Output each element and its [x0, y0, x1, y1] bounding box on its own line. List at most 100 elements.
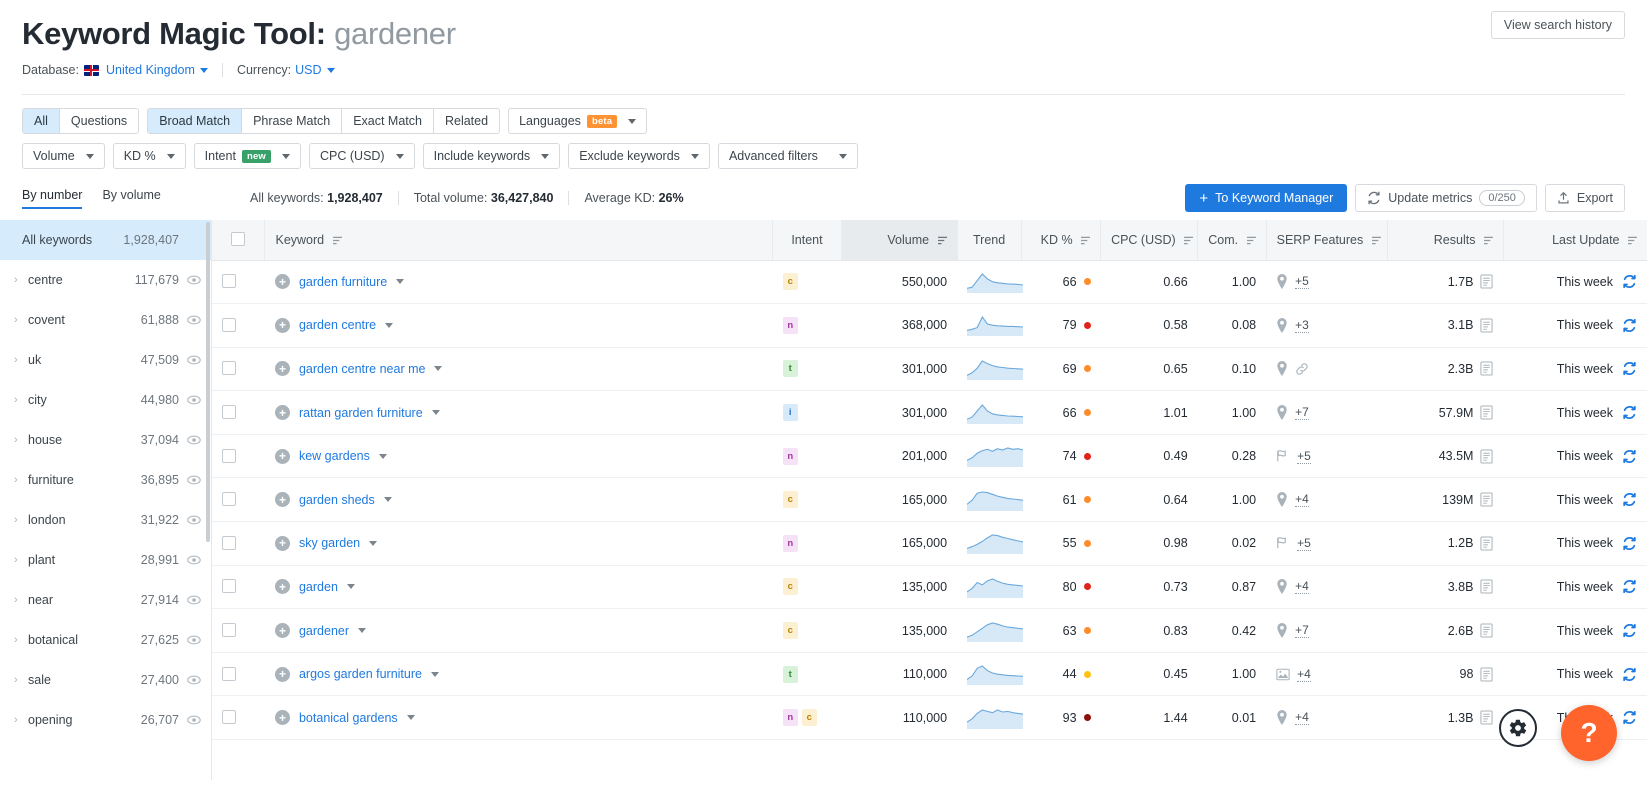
- view-search-history-button[interactable]: View search history: [1490, 11, 1625, 39]
- row-checkbox[interactable]: [222, 710, 236, 725]
- refresh-metrics-icon[interactable]: [1622, 274, 1637, 289]
- serp-more-count[interactable]: +4: [1295, 492, 1309, 508]
- export-button[interactable]: Export: [1544, 184, 1625, 212]
- row-checkbox[interactable]: [222, 361, 236, 376]
- chevron-down-icon[interactable]: [431, 410, 440, 416]
- eye-icon[interactable]: [187, 675, 201, 685]
- filter-cpc[interactable]: CPC (USD): [309, 143, 415, 169]
- sidebar-item-furniture[interactable]: › furniture 36,895: [0, 460, 211, 500]
- add-keyword-icon[interactable]: +: [274, 361, 290, 377]
- filter-tab-questions[interactable]: Questions: [59, 109, 139, 133]
- sidebar-item-centre[interactable]: › centre 117,679: [0, 260, 211, 300]
- chevron-down-icon[interactable]: [358, 628, 367, 634]
- sidebar-scrollbar[interactable]: [206, 222, 210, 542]
- refresh-metrics-icon[interactable]: [1622, 623, 1637, 638]
- keyword-link[interactable]: garden sheds: [299, 493, 375, 507]
- eye-icon[interactable]: [187, 395, 201, 405]
- sidebar-item-uk[interactable]: › uk 47,509: [0, 340, 211, 380]
- row-checkbox[interactable]: [222, 579, 236, 594]
- table-row[interactable]: + garden centre near me T 301,000 69 0.65 0.10…: [212, 347, 1647, 392]
- table-row[interactable]: + botanical gardens N C 110,000 93 1.44 0.01 +4 1…: [212, 695, 1647, 741]
- column-header-keyword[interactable]: Keyword: [264, 220, 773, 261]
- serp-preview-icon[interactable]: [1480, 274, 1494, 289]
- refresh-metrics-icon[interactable]: [1622, 710, 1637, 725]
- row-checkbox[interactable]: [222, 448, 236, 463]
- table-row[interactable]: + garden centre N 368,000 79 0.58 0.08 +3 3.1B Th…: [212, 303, 1647, 348]
- row-checkbox[interactable]: [222, 274, 236, 289]
- serp-map-pin-icon[interactable]: [1276, 710, 1288, 726]
- serp-preview-icon[interactable]: [1480, 449, 1494, 464]
- table-row[interactable]: + argos garden furniture T 110,000 44 0.45 1.0…: [212, 652, 1647, 697]
- refresh-metrics-icon[interactable]: [1622, 318, 1637, 333]
- sidebar-item-house[interactable]: › house 37,094: [0, 420, 211, 460]
- keyword-link[interactable]: garden centre: [299, 318, 376, 332]
- sidebar-item-sale[interactable]: › sale 27,400: [0, 660, 211, 700]
- chevron-right-icon[interactable]: ›: [14, 554, 28, 566]
- keyword-link[interactable]: garden centre near me: [299, 362, 425, 376]
- filter-tab-exact-match[interactable]: Exact Match: [342, 109, 434, 133]
- serp-map-pin-icon[interactable]: [1276, 274, 1288, 290]
- currency-selector[interactable]: USD: [295, 63, 321, 77]
- column-header-last-update[interactable]: Last Update: [1502, 220, 1647, 261]
- row-checkbox[interactable]: [222, 492, 236, 507]
- row-checkbox[interactable]: [222, 623, 236, 638]
- eye-icon[interactable]: [187, 355, 201, 365]
- eye-icon[interactable]: [187, 475, 201, 485]
- eye-icon[interactable]: [187, 595, 201, 605]
- intent-badge-c[interactable]: C: [801, 709, 817, 727]
- select-all-checkbox[interactable]: [231, 232, 246, 247]
- serp-preview-icon[interactable]: [1480, 579, 1494, 594]
- refresh-metrics-icon[interactable]: [1622, 579, 1637, 594]
- eye-icon[interactable]: [187, 435, 201, 445]
- intent-badge-t[interactable]: T: [782, 360, 798, 378]
- chevron-right-icon[interactable]: ›: [14, 474, 28, 486]
- chevron-right-icon[interactable]: ›: [14, 354, 28, 366]
- tab-by-number[interactable]: By number: [22, 188, 83, 209]
- sidebar-item-city[interactable]: › city 44,980: [0, 380, 211, 420]
- intent-badge-c[interactable]: C: [782, 578, 798, 596]
- chevron-down-icon[interactable]: [369, 540, 378, 546]
- serp-preview-icon[interactable]: [1480, 492, 1494, 507]
- serp-more-count[interactable]: +4: [1297, 667, 1311, 682]
- table-row[interactable]: + kew gardens N 201,000 74 0.49 0.28 +5 43.5M Thi…: [212, 434, 1647, 479]
- keyword-link[interactable]: garden: [299, 580, 338, 594]
- sidebar-item-botanical[interactable]: › botanical 27,625: [0, 620, 211, 660]
- column-header-volume[interactable]: Volume: [840, 220, 958, 261]
- serp-more-count[interactable]: +3: [1295, 318, 1309, 333]
- refresh-metrics-icon[interactable]: [1622, 361, 1637, 376]
- keyword-link[interactable]: sky garden: [299, 536, 360, 550]
- filter-intent[interactable]: Intent new: [193, 143, 302, 169]
- add-keyword-icon[interactable]: +: [274, 448, 290, 464]
- serp-more-count[interactable]: +5: [1297, 449, 1311, 464]
- chevron-down-icon[interactable]: [434, 366, 443, 372]
- row-checkbox[interactable]: [222, 535, 236, 550]
- chevron-down-icon[interactable]: [199, 67, 208, 73]
- chevron-right-icon[interactable]: ›: [14, 394, 28, 406]
- serp-preview-icon[interactable]: [1480, 710, 1494, 725]
- column-header-com[interactable]: Com.: [1197, 220, 1267, 261]
- table-row[interactable]: + garden furniture C 550,000 66 0.66 1.00 +5 1.7…: [212, 260, 1647, 305]
- serp-preview-icon[interactable]: [1480, 536, 1494, 551]
- table-row[interactable]: + gardener C 135,000 63 0.83 0.42 +7 2.6B This we…: [212, 608, 1647, 653]
- column-header-kd[interactable]: KD %: [1020, 220, 1101, 261]
- intent-badge-c[interactable]: C: [782, 622, 798, 640]
- chevron-right-icon[interactable]: ›: [14, 674, 28, 686]
- keyword-link[interactable]: garden furniture: [299, 275, 387, 289]
- help-fab-button[interactable]: ?: [1561, 705, 1617, 761]
- chevron-down-icon[interactable]: [430, 671, 439, 677]
- chevron-right-icon[interactable]: ›: [14, 314, 28, 326]
- intent-badge-t[interactable]: T: [782, 665, 798, 683]
- add-keyword-icon[interactable]: +: [274, 666, 290, 682]
- add-keyword-icon[interactable]: +: [274, 274, 290, 290]
- add-keyword-icon[interactable]: +: [274, 492, 290, 508]
- filter-tab-broad-match[interactable]: Broad Match: [148, 109, 243, 133]
- intent-badge-n[interactable]: N: [782, 316, 798, 334]
- add-keyword-icon[interactable]: +: [274, 405, 290, 421]
- eye-icon[interactable]: [187, 515, 201, 525]
- chevron-down-icon[interactable]: [378, 453, 387, 459]
- row-checkbox[interactable]: [222, 317, 236, 332]
- eye-icon[interactable]: [187, 555, 201, 565]
- serp-preview-icon[interactable]: [1480, 318, 1494, 333]
- serp-map-pin-icon[interactable]: [1276, 492, 1288, 508]
- serp-map-pin-icon[interactable]: [1276, 361, 1288, 377]
